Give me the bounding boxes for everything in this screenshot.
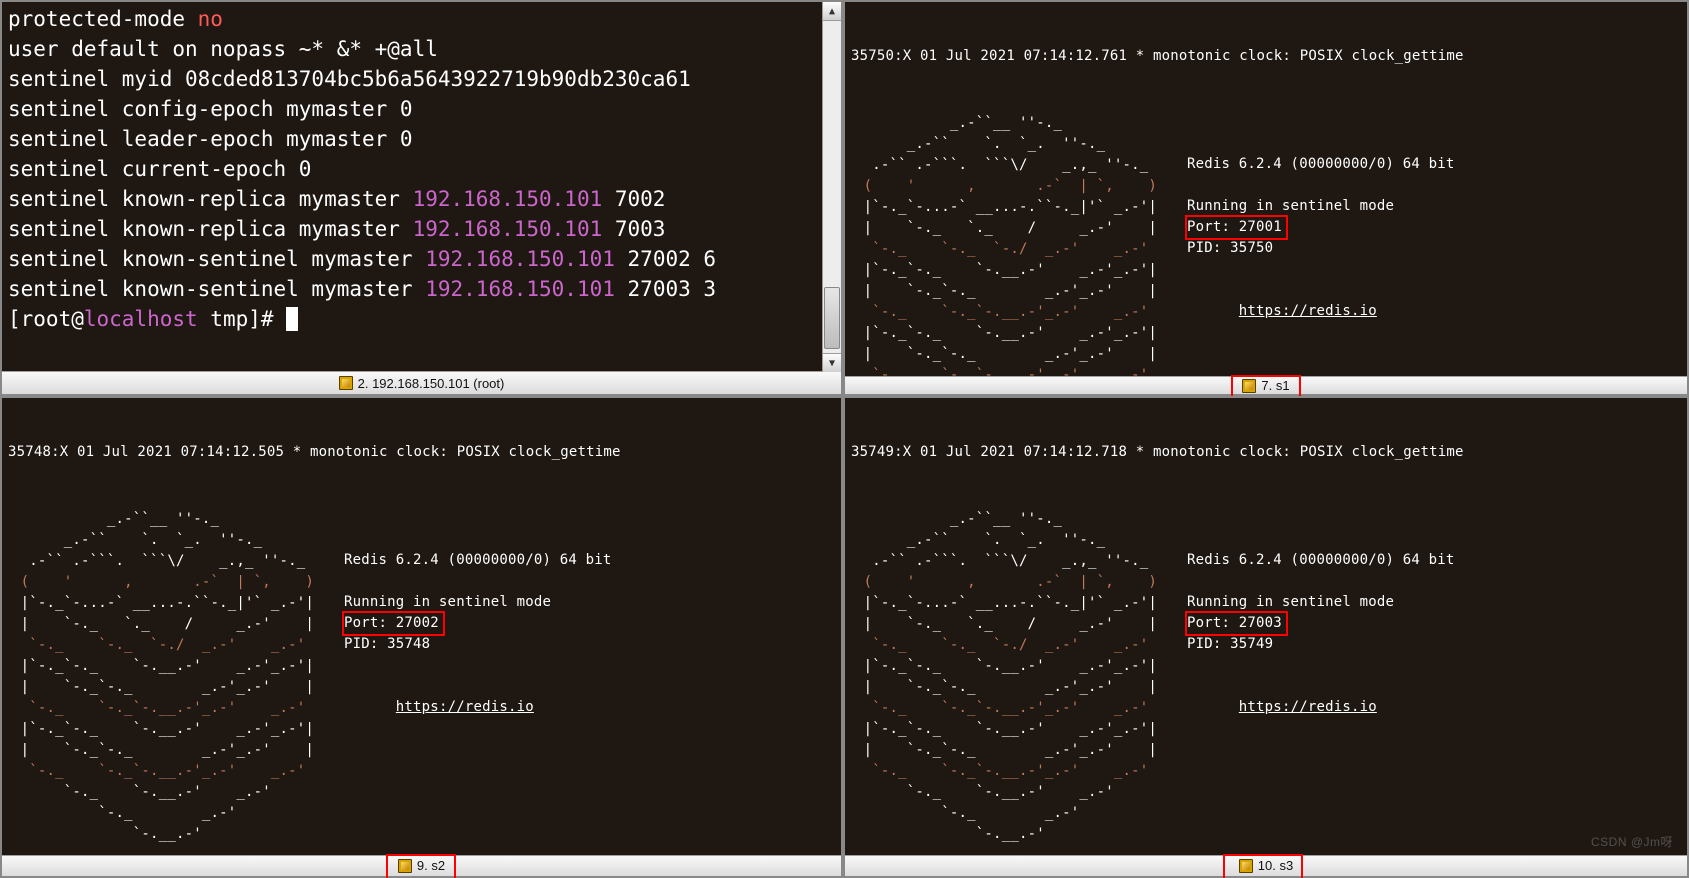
redis-port: Port: 27001 [1185,215,1288,240]
redis-url[interactable]: https://redis.io [1239,303,1377,319]
redis-port: Port: 27002 [342,611,445,636]
key-icon [398,859,412,873]
pane-s2: 35748:X 01 Jul 2021 07:14:12.505 * monot… [0,396,843,878]
scroll-track[interactable] [823,21,841,353]
redis-info: Redis 6.2.4 (00000000/0) 64 bit Running … [1187,529,1455,739]
redis-ascii-logo: _.-``__ ''-._ _.-`` `. `_. ''-._ .-`` .-… [855,113,1157,376]
redis-version: Redis 6.2.4 (00000000/0) 64 bit [1187,156,1455,172]
scroll-up-button[interactable]: ▲ [823,2,841,21]
status-bar: 10. s3 [845,855,1687,876]
pane-root-terminal: protected-mode no user default on nopass… [0,0,843,396]
status-bar: 7. s1 [845,376,1687,394]
scroll-down-button[interactable]: ▼ [823,353,841,372]
terminal-output[interactable]: 35749:X 01 Jul 2021 07:14:12.718 * monot… [845,398,1687,855]
key-icon [1239,859,1253,873]
status-bar: 2. 192.168.150.101 (root) [2,371,841,394]
scrollbar[interactable]: ▲ ▼ [822,2,841,372]
terminal-output[interactable]: 35750:X 01 Jul 2021 07:14:12.761 * monot… [845,2,1687,376]
redis-info: Redis 6.2.4 (00000000/0) 64 bit Running … [1187,133,1455,343]
redis-url[interactable]: https://redis.io [396,699,534,715]
status-label: 2. 192.168.150.101 (root) [358,376,505,391]
redis-ascii-logo: _.-``__ ''-._ _.-`` `. `_. ''-._ .-`` .-… [855,509,1157,845]
redis-mode: Running in sentinel mode [1187,594,1394,610]
redis-info: Redis 6.2.4 (00000000/0) 64 bit Running … [344,529,612,739]
redis-version: Redis 6.2.4 (00000000/0) 64 bit [344,552,612,568]
redis-pid: PID: 35749 [1187,636,1273,652]
status-bar: 9. s2 [2,855,841,876]
pane-s3: 35749:X 01 Jul 2021 07:14:12.718 * monot… [843,396,1689,878]
redis-version: Redis 6.2.4 (00000000/0) 64 bit [1187,552,1455,568]
key-icon [1242,379,1256,393]
pane-s1: 35750:X 01 Jul 2021 07:14:12.761 * monot… [843,0,1689,396]
terminal-output[interactable]: protected-mode no user default on nopass… [2,2,841,371]
redis-url[interactable]: https://redis.io [1239,699,1377,715]
redis-mode: Running in sentinel mode [1187,198,1394,214]
redis-pid: PID: 35748 [344,636,430,652]
key-icon [339,376,353,390]
status-label: 7. s1 [1261,378,1289,393]
status-label: 10. s3 [1258,858,1293,873]
redis-pid: PID: 35750 [1187,240,1273,256]
scroll-thumb[interactable] [824,287,840,349]
redis-mode: Running in sentinel mode [344,594,551,610]
log-line: 35748:X 01 Jul 2021 07:14:12.505 * monot… [8,442,835,463]
log-line: 35749:X 01 Jul 2021 07:14:12.718 * monot… [851,442,1681,463]
terminal-output[interactable]: 35748:X 01 Jul 2021 07:14:12.505 * monot… [2,398,841,855]
redis-port: Port: 27003 [1185,611,1288,636]
redis-ascii-logo: _.-``__ ''-._ _.-`` `. `_. ''-._ .-`` .-… [12,509,314,845]
log-line: 35750:X 01 Jul 2021 07:14:12.761 * monot… [851,46,1681,67]
status-label: 9. s2 [417,858,445,873]
